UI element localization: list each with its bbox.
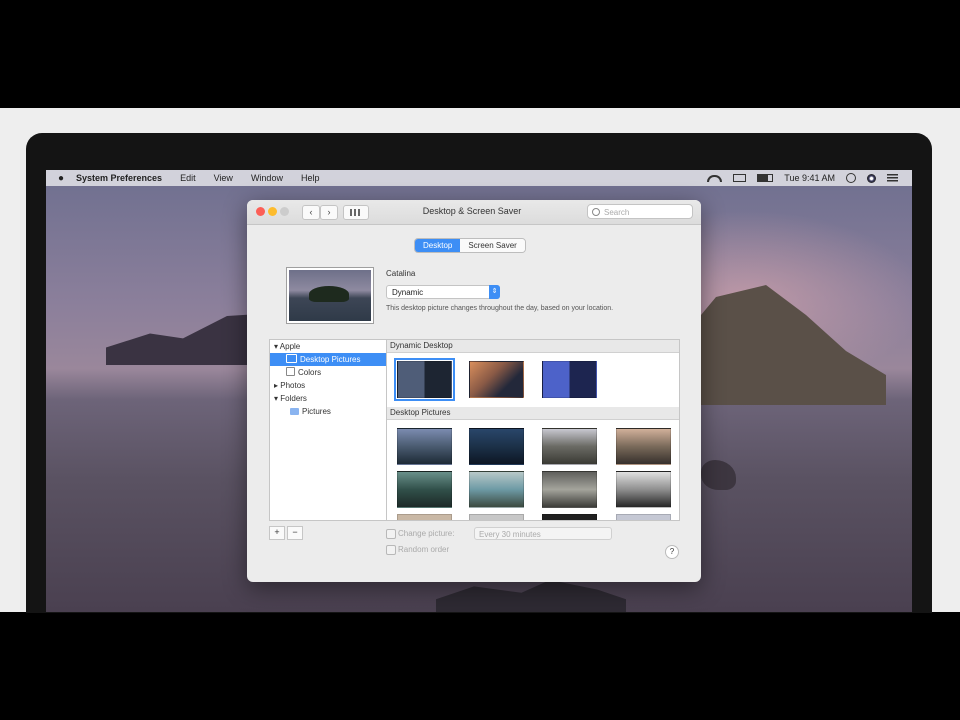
remove-button[interactable]: −: [287, 526, 303, 540]
window-title: Desktop & Screen Saver: [422, 206, 522, 216]
apple-icon[interactable]: ●: [46, 173, 76, 184]
sidebar-item-desktop-pictures[interactable]: Desktop Pictures: [270, 353, 386, 366]
spotlight-icon[interactable]: [846, 173, 856, 183]
clock[interactable]: Tue 9:41 AM: [784, 173, 835, 183]
dynamic-description: This desktop picture changes throughout …: [386, 305, 614, 312]
appearance-popup[interactable]: Dynamic ⇕: [386, 285, 500, 299]
menu-view[interactable]: View: [214, 173, 233, 183]
current-wallpaper-preview: [286, 267, 374, 324]
wallpaper-thumbnail[interactable]: [469, 514, 524, 520]
section-header: Dynamic Desktop: [387, 340, 679, 353]
menu-edit[interactable]: Edit: [180, 173, 196, 183]
section-header: Desktop Pictures: [387, 407, 679, 420]
sidebar-label: Apple: [279, 342, 301, 351]
search-icon: [592, 208, 600, 216]
sidebar-item-pictures[interactable]: Pictures: [270, 405, 386, 418]
change-picture-checkbox[interactable]: [386, 529, 396, 539]
forward-button[interactable]: ›: [320, 205, 338, 220]
wallpaper-thumbnail[interactable]: [469, 428, 524, 465]
wallpaper-thumbnail[interactable]: [469, 361, 524, 398]
wallpaper-thumbnail[interactable]: [397, 428, 452, 465]
search-placeholder: Search: [604, 208, 630, 217]
wallpaper-thumbnail[interactable]: [397, 471, 452, 508]
wallpaper-thumbnail[interactable]: [542, 428, 597, 465]
sidebar-label: Colors: [298, 368, 322, 377]
sidebar-item-colors[interactable]: Colors: [270, 366, 386, 379]
help-button[interactable]: ?: [665, 545, 679, 559]
sidebar-label: Folders: [280, 394, 307, 403]
tab-desktop[interactable]: Desktop: [415, 239, 461, 252]
wallpaper-gallery: Dynamic Desktop Desktop Pictures: [386, 339, 680, 521]
airplay-icon[interactable]: [733, 174, 747, 182]
menu-system-preferences[interactable]: System Preferences: [76, 173, 162, 183]
popup-value: Dynamic: [392, 288, 424, 297]
rock: [701, 460, 736, 490]
wallpaper-thumbnail[interactable]: [542, 514, 597, 520]
wallpaper-thumbnail[interactable]: [542, 361, 597, 398]
search-field[interactable]: Search: [587, 204, 693, 219]
sidebar-label: Photos: [280, 381, 306, 390]
wifi-icon[interactable]: [707, 174, 723, 182]
interval-popup[interactable]: Every 30 minutes: [474, 527, 612, 540]
siri-icon[interactable]: [867, 173, 876, 183]
back-button[interactable]: ‹: [302, 205, 320, 220]
minimize-button[interactable]: [268, 207, 277, 216]
source-list: ▾ Apple Desktop Pictures Colors ▸ Photos…: [269, 339, 387, 521]
wallpaper-thumbnail[interactable]: [616, 428, 671, 465]
tab-screen-saver[interactable]: Screen Saver: [460, 239, 525, 252]
desktop-screen: ● System Preferences Edit View Window He…: [46, 170, 912, 612]
folder-icon: [286, 354, 297, 363]
sidebar-label: Desktop Pictures: [300, 355, 361, 364]
random-order-label: Random order: [398, 545, 450, 554]
wallpaper-thumbnail[interactable]: [616, 471, 671, 508]
interval-value: Every 30 minutes: [479, 530, 541, 539]
sidebar-group-folders[interactable]: ▾ Folders: [270, 392, 386, 405]
sidebar-group-apple[interactable]: ▾ Apple: [270, 340, 386, 353]
wallpaper-thumbnail[interactable]: [394, 358, 455, 401]
wallpaper-thumbnail[interactable]: [397, 514, 452, 520]
title-bar: ‹ › Desktop & Screen Saver Search: [247, 200, 701, 225]
menu-extras: Tue 9:41 AM: [707, 173, 898, 183]
wallpaper-thumbnail[interactable]: [616, 514, 671, 520]
folder-icon: [290, 408, 299, 415]
change-picture-label: Change picture:: [398, 529, 455, 538]
menu-bar: ● System Preferences Edit View Window He…: [46, 170, 912, 186]
sidebar-group-photos[interactable]: ▸ Photos: [270, 379, 386, 392]
close-button[interactable]: [256, 207, 265, 216]
chevron-updown-icon: ⇕: [489, 285, 500, 299]
battery-icon[interactable]: [757, 174, 774, 182]
menu-help[interactable]: Help: [301, 173, 320, 183]
colors-icon: [286, 367, 295, 376]
tab-control: Desktop Screen Saver: [414, 238, 526, 253]
random-order-checkbox[interactable]: [386, 545, 396, 555]
water-rocks: [436, 580, 626, 612]
wallpaper-thumbnail[interactable]: [542, 471, 597, 508]
sidebar-label: Pictures: [302, 407, 331, 416]
show-all-button[interactable]: [343, 205, 369, 220]
grid-icon: [350, 209, 362, 216]
add-remove-bar: + −: [269, 526, 303, 540]
wallpaper-thumbnail[interactable]: [469, 471, 524, 508]
preview-image: [289, 270, 371, 321]
add-button[interactable]: +: [269, 526, 285, 540]
zoom-button[interactable]: [280, 207, 289, 216]
picture-name: Catalina: [386, 269, 416, 278]
preferences-window: ‹ › Desktop & Screen Saver Search Deskto…: [247, 200, 701, 582]
notification-center-icon[interactable]: [887, 174, 898, 182]
menu-window[interactable]: Window: [251, 173, 283, 183]
